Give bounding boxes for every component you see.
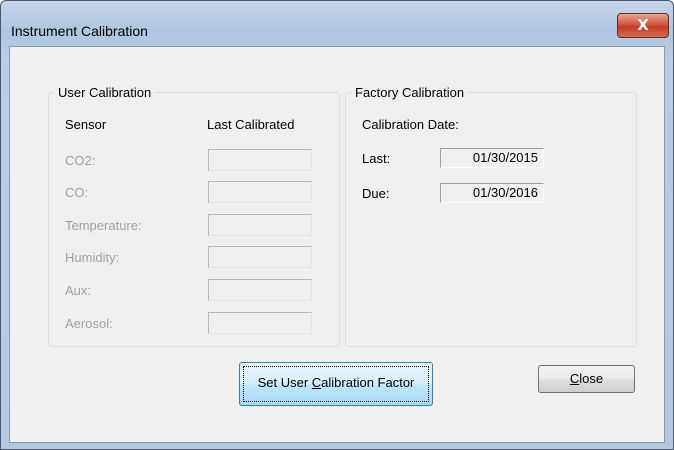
co2-last-calibrated-field (208, 149, 312, 171)
close-button-mnemonic: C (569, 371, 580, 386)
co-last-calibrated-field (208, 181, 312, 203)
due-calibration-date-field: 01/30/2016 (440, 183, 544, 203)
sensor-label-aux: Aux: (65, 283, 92, 298)
close-button[interactable]: Close (538, 365, 635, 393)
humidity-last-calibrated-field (208, 246, 312, 268)
title-bar[interactable]: Instrument Calibration X (1, 1, 673, 45)
instrument-calibration-window: Instrument Calibration X User Calibratio… (0, 0, 674, 450)
sensor-label-aerosol: Aerosol: (65, 316, 113, 331)
user-calibration-legend: User Calibration (58, 85, 152, 100)
set-user-calibration-factor-button[interactable]: Set User Calibration Factor (239, 362, 433, 406)
sensor-label-humidity: Humidity: (65, 250, 120, 265)
aerosol-last-calibrated-field (208, 312, 312, 334)
temperature-last-calibrated-field (208, 214, 312, 236)
sensor-column-header: Sensor (65, 117, 107, 132)
last-date-label: Last: (362, 151, 391, 166)
sensor-label-co: CO: (65, 185, 89, 200)
calibration-date-header: Calibration Date: (362, 117, 459, 132)
window-title: Instrument Calibration (11, 23, 148, 39)
sensor-label-temperature: Temperature: (65, 218, 142, 233)
aux-last-calibrated-field (208, 279, 312, 301)
last-calibration-date-field: 01/30/2015 (440, 148, 544, 168)
sensor-label-co2: CO2: (65, 153, 96, 168)
last-calibrated-column-header: Last Calibrated (207, 117, 295, 132)
dialog-client-area: User Calibration Sensor Last Calibrated … (9, 46, 665, 443)
focus-rectangle (243, 366, 429, 402)
factory-calibration-legend: Factory Calibration (355, 85, 465, 100)
close-icon: X (637, 16, 649, 34)
window-close-button[interactable]: X (617, 13, 669, 38)
due-date-label: Due: (362, 186, 390, 201)
close-button-label-post: lose (579, 371, 604, 386)
